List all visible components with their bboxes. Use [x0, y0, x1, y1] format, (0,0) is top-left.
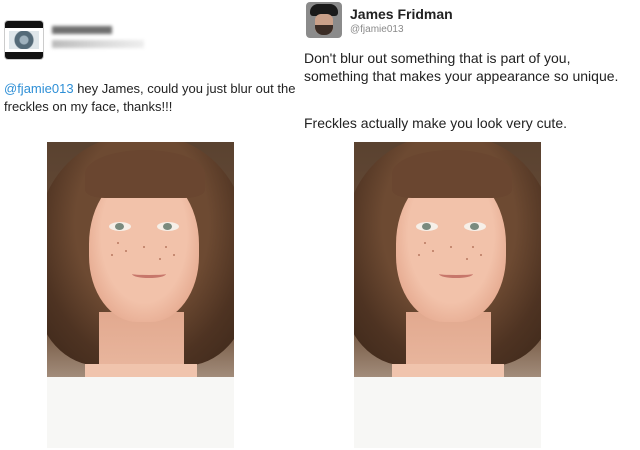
- reply-text-1: Don't blur out something that is part of…: [304, 50, 619, 84]
- redacted-display-name: [52, 26, 112, 34]
- author-name[interactable]: James Fridman: [350, 6, 453, 22]
- reply-text-2: Freckles actually make you look very cut…: [304, 115, 567, 131]
- original-tweet-panel: @fjamie013 hey James, could you just blu…: [0, 0, 300, 450]
- avatar-bottom-bar: [5, 52, 43, 59]
- avatar-top-bar: [5, 21, 43, 28]
- reply-tweet-panel: James Fridman @fjamie013 Don't blur out …: [300, 0, 640, 450]
- redacted-handle: [52, 40, 144, 48]
- profile-avatar-icon[interactable]: [306, 2, 342, 38]
- original-photo[interactable]: [47, 142, 234, 448]
- profile-avatar-icon: [9, 31, 39, 49]
- tweet-text: @fjamie013 hey James, could you just blu…: [4, 80, 298, 116]
- user-avatar[interactable]: [4, 20, 44, 60]
- mention-link[interactable]: @fjamie013: [4, 81, 74, 96]
- reply-photo[interactable]: [354, 142, 541, 448]
- author-handle[interactable]: @fjamie013: [350, 24, 404, 35]
